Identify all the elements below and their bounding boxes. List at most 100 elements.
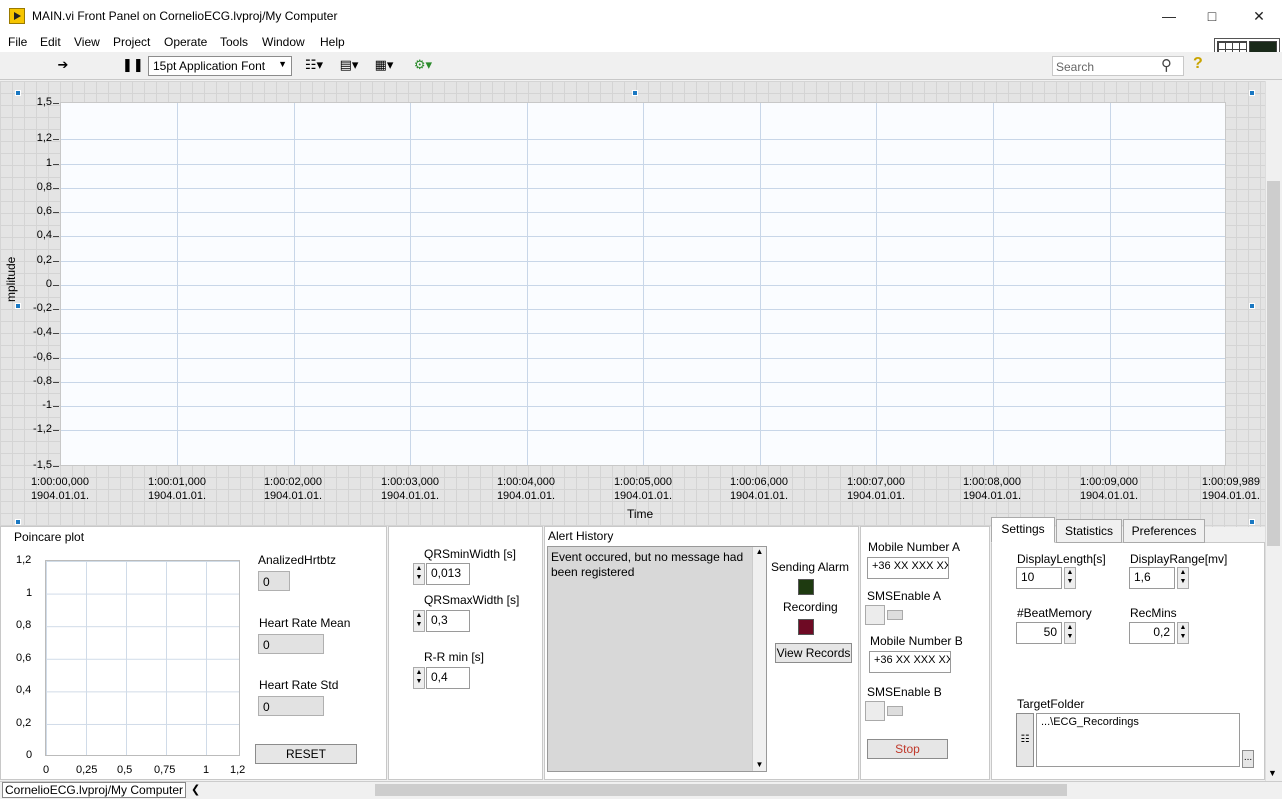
poincare-x-tick: 0,75 [154, 764, 176, 776]
project-path: CornelioECG.lvproj/My Computer [2, 782, 186, 798]
maximize-icon[interactable]: □ [1189, 0, 1235, 32]
display-length-input[interactable]: 10 [1016, 567, 1062, 589]
sending-alarm-led [798, 579, 814, 595]
chevron-up-icon[interactable]: ▲ [753, 547, 766, 556]
align-objects-icon[interactable]: ☷▾ [302, 57, 326, 75]
y-tick-label: 0,2 [36, 254, 52, 266]
poincare-y-tick: 1,2 [16, 554, 32, 566]
resize-handle[interactable] [1249, 90, 1255, 96]
y-tick-label: -0,2 [33, 302, 52, 314]
y-tick-label: 0,4 [36, 229, 52, 241]
menu-tools[interactable]: Tools [220, 35, 248, 49]
hr-mean-label: Heart Rate Mean [259, 616, 351, 630]
chevron-left-icon[interactable]: ❮ [191, 783, 200, 796]
menu-file[interactable]: File [8, 35, 27, 49]
display-range-input[interactable]: 1,6 [1129, 567, 1175, 589]
x-tick-label: 1:00:05,000 1904.01.01. [613, 476, 673, 502]
labview-app-icon [9, 8, 25, 24]
sms-a-toggle-track[interactable] [887, 610, 903, 620]
window-title: MAIN.vi Front Panel on CornelioECG.lvpro… [32, 9, 338, 23]
title-bar: MAIN.vi Front Panel on CornelioECG.lvpro… [0, 0, 1282, 32]
run-arrow-icon[interactable]: ➔ [56, 57, 70, 75]
pause-icon[interactable]: ❚❚ [122, 57, 144, 75]
poincare-y-tick: 0,6 [16, 652, 32, 664]
resize-handle[interactable] [15, 519, 21, 525]
resize-handle[interactable] [15, 90, 21, 96]
alert-scrollbar[interactable]: ▲ ▼ [752, 547, 766, 771]
menu-edit[interactable]: Edit [40, 35, 61, 49]
reorder-icon[interactable]: ⚙▾ [410, 57, 436, 75]
poincare-plot[interactable] [45, 560, 240, 756]
rec-mins-input[interactable]: 0,2 [1129, 622, 1175, 644]
y-tick-label: -0,8 [33, 375, 52, 387]
display-range-spinner[interactable]: ▲ ▼ [1177, 567, 1189, 589]
alert-history-label: Alert History [548, 529, 614, 543]
alert-history-box[interactable]: Event occured, but no message had been r… [547, 546, 767, 772]
poincare-x-tick: 1 [203, 764, 210, 776]
resize-objects-icon[interactable]: ▦▾ [372, 57, 396, 75]
font-select[interactable]: 15pt Application Font ▼ [148, 56, 292, 76]
resize-handle[interactable] [1249, 303, 1255, 309]
distribute-objects-icon[interactable]: ▤▾ [337, 57, 361, 75]
poincare-y-tick: 0,2 [16, 717, 32, 729]
hr-std-indicator: 0 [258, 696, 324, 716]
menu-project[interactable]: Project [113, 35, 150, 49]
view-records-button[interactable]: View Records [775, 643, 852, 663]
menu-view[interactable]: View [74, 35, 100, 49]
minimize-icon[interactable]: — [1146, 0, 1192, 32]
alert-history-text: Event occured, but no message had been r… [551, 550, 744, 579]
beat-memory-input[interactable]: 50 [1016, 622, 1062, 644]
sms-a-toggle[interactable] [865, 605, 885, 625]
search-icon[interactable]: ⚲ [1161, 56, 1172, 74]
folder-browse-icon[interactable]: ☷ [1016, 713, 1034, 767]
rr-min-spinner[interactable]: ▲ ▼ [413, 667, 425, 689]
close-icon[interactable]: ✕ [1236, 0, 1282, 32]
poincare-y-tick: 0 [26, 749, 33, 761]
sms-a-label: SMSEnable A [867, 589, 942, 603]
y-tick-label: 1,2 [36, 132, 52, 144]
target-folder-input[interactable]: ...\ECG_Recordings [1036, 713, 1240, 767]
qrs-max-input[interactable]: 0,3 [426, 610, 470, 632]
stop-button[interactable]: Stop [867, 739, 948, 759]
browse-button[interactable]: ... [1242, 750, 1254, 768]
mobile-a-label: Mobile Number A [868, 540, 961, 554]
reset-button[interactable]: RESET [255, 744, 357, 764]
chevron-down-icon[interactable]: ▼ [1268, 768, 1277, 778]
x-tick-label: 1:00:08,000 1904.01.01. [962, 476, 1022, 502]
mobile-b-input[interactable]: +36 XX XXX XXXX [869, 651, 951, 673]
mobile-a-input[interactable]: +36 XX XXX XXXX [867, 557, 949, 579]
resize-handle[interactable] [15, 303, 21, 309]
sms-b-toggle-track[interactable] [887, 706, 903, 716]
qrs-max-label: QRSmaxWidth [s] [424, 593, 520, 607]
qrs-max-spinner[interactable]: ▲ ▼ [413, 610, 425, 632]
menu-operate[interactable]: Operate [164, 35, 207, 49]
beat-memory-spinner[interactable]: ▲ ▼ [1064, 622, 1076, 644]
display-length-spinner[interactable]: ▲ ▼ [1064, 567, 1076, 589]
x-tick-label: 1:00:07,000 1904.01.01. [846, 476, 906, 502]
hr-std-label: Heart Rate Std [259, 678, 339, 692]
rr-min-input[interactable]: 0,4 [426, 667, 470, 689]
help-icon[interactable]: ? [1193, 55, 1203, 73]
tab-settings[interactable]: Settings [991, 517, 1055, 543]
menu-window[interactable]: Window [262, 35, 305, 49]
mobile-b-label: Mobile Number B [870, 634, 963, 648]
resize-handle[interactable] [1249, 519, 1255, 525]
x-tick-label: 1:00:01,000 1904.01.01. [147, 476, 207, 502]
tab-preferences[interactable]: Preferences [1123, 519, 1205, 543]
vertical-scroll-thumb[interactable] [1267, 181, 1280, 546]
rec-mins-spinner[interactable]: ▲ ▼ [1177, 622, 1189, 644]
tab-statistics[interactable]: Statistics [1056, 519, 1122, 543]
sms-b-toggle[interactable] [865, 701, 885, 721]
analized-label: AnalizedHrtbtz [258, 553, 337, 567]
qrs-min-spinner[interactable]: ▲ ▼ [413, 563, 425, 585]
display-range-label: DisplayRange[mv] [1130, 552, 1228, 566]
poincare-x-tick: 0,25 [76, 764, 98, 776]
x-tick-label: 1:00:02,000 1904.01.01. [263, 476, 323, 502]
chevron-down-icon[interactable]: ▼ [753, 760, 766, 769]
horizontal-scroll-thumb[interactable] [375, 784, 1067, 796]
resize-handle[interactable] [632, 90, 638, 96]
menu-help[interactable]: Help [320, 35, 345, 49]
waveform-chart[interactable] [60, 102, 1226, 466]
qrs-min-input[interactable]: 0,013 [426, 563, 470, 585]
analized-indicator: 0 [258, 571, 290, 591]
